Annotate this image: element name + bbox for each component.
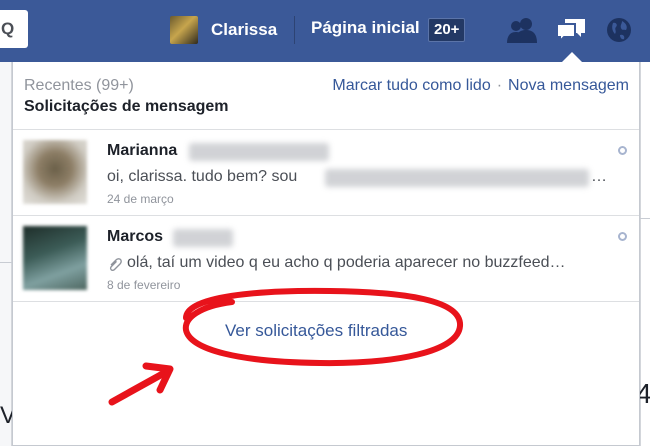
message-requests-tab[interactable]: Solicitações de mensagem — [24, 98, 229, 116]
sender-name: Marianna — [107, 142, 178, 159]
home-link[interactable]: Página inicial — [311, 18, 420, 38]
profile-name: Clarissa — [211, 20, 278, 39]
message-preview-ellipsis: … — [591, 168, 607, 185]
notifications-button[interactable] — [602, 14, 636, 46]
recent-tab[interactable]: Recentes (99+) — [24, 77, 134, 95]
messages-button[interactable] — [554, 14, 588, 46]
messages-icon — [556, 19, 585, 44]
profile-link[interactable]: Clarissa — [170, 16, 277, 44]
message-preview: oi, clarissa. tudo bem? sou — [107, 168, 298, 185]
page-divider-right — [640, 218, 650, 219]
paperclip-icon — [109, 258, 122, 271]
message-request-item[interactable]: Marianna oi, clarissa. tudo bem? sou … 2… — [13, 130, 639, 216]
mark-all-read-link[interactable]: Marcar tudo como lido — [332, 77, 490, 95]
redacted-preview — [325, 169, 589, 187]
page-divider-left — [0, 262, 12, 263]
message-date: 8 de fevereiro — [107, 278, 181, 292]
globe-icon — [607, 18, 631, 42]
message-date: 24 de março — [107, 192, 174, 206]
redacted-surname — [189, 143, 329, 161]
message-request-item[interactable]: Marcos olá, taí um video q eu acho q pod… — [13, 216, 639, 302]
avatar — [170, 16, 198, 44]
link-separator: · — [496, 77, 503, 94]
redacted-surname — [173, 229, 233, 247]
friend-requests-button[interactable] — [505, 14, 539, 46]
sender-name: Marcos — [107, 228, 164, 245]
message-preview: olá, taí um video q eu acho q poderia ap… — [127, 254, 566, 271]
new-message-link[interactable]: Nova mensagem — [508, 77, 629, 95]
page-background-left — [0, 62, 12, 446]
friends-icon — [507, 18, 537, 43]
dropdown-caret — [562, 52, 582, 62]
message-requests-dropdown: Recentes (99+) Solicitações de mensagem … — [12, 62, 640, 446]
top-navigation-bar: Q Clarissa Página inicial 20+ — [0, 0, 650, 62]
header-actions: Marcar tudo como lido · Nova mensagem — [332, 77, 629, 95]
mark-as-read-dot[interactable] — [618, 146, 627, 155]
search-icon: Q — [1, 19, 15, 38]
search-button[interactable]: Q — [0, 10, 28, 48]
sender-avatar — [23, 140, 87, 204]
dropdown-header: Recentes (99+) Solicitações de mensagem … — [13, 62, 639, 130]
nav-divider — [294, 16, 295, 44]
mark-as-read-dot[interactable] — [618, 232, 627, 241]
view-filtered-requests-link[interactable]: Ver solicitações filtradas — [225, 321, 407, 341]
home-notification-badge: 20+ — [428, 18, 466, 42]
sender-avatar — [23, 226, 87, 290]
